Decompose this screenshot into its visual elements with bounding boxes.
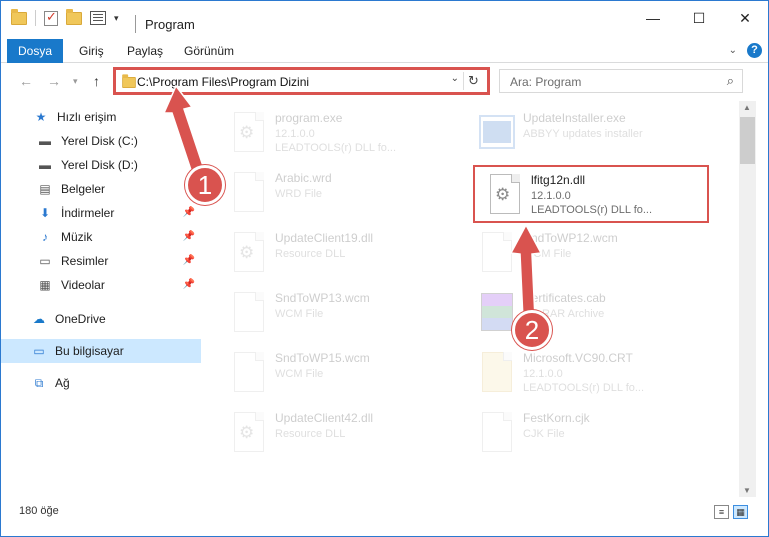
arrow-2	[509, 223, 543, 320]
step-2-badge: 2	[512, 310, 552, 350]
arrow-1	[162, 84, 205, 174]
annotation-arrows	[162, 84, 543, 320]
step-1-badge: 1	[185, 165, 225, 205]
explorer-window: ▾ Program — ☐ ✕ Dosya Giriş Paylaş Görün…	[0, 0, 769, 537]
